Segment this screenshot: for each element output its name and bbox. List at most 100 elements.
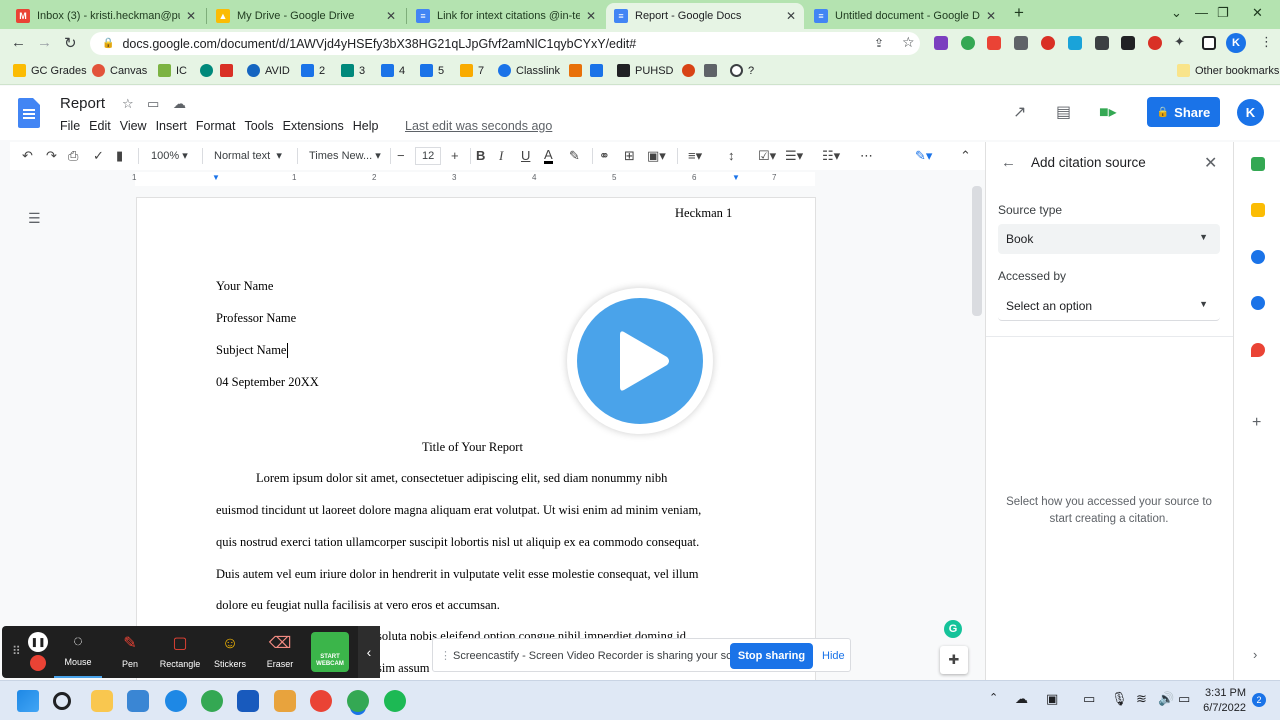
- extension-icon[interactable]: [961, 36, 975, 50]
- edge-icon[interactable]: [165, 690, 187, 712]
- sidebar-toggle-icon[interactable]: [1202, 36, 1216, 50]
- onedrive-icon[interactable]: ☁: [1015, 691, 1028, 707]
- bulleted-list-icon[interactable]: ☰▾: [785, 148, 803, 164]
- chevron-down-icon[interactable]: ⌄: [1171, 5, 1182, 21]
- calendar-icon[interactable]: [1251, 157, 1265, 171]
- menu-view[interactable]: View: [120, 119, 147, 133]
- highlight-icon[interactable]: ✎: [569, 148, 580, 164]
- drag-handle-icon[interactable]: ⋮: [440, 649, 451, 662]
- star-icon[interactable]: ☆: [122, 96, 134, 112]
- other-bookmarks[interactable]: Other bookmarks: [1177, 64, 1279, 77]
- tool-stickers[interactable]: ☺ Stickers: [206, 626, 254, 678]
- bookmark-item[interactable]: [590, 64, 608, 77]
- file-explorer-icon[interactable]: [91, 690, 113, 712]
- link-icon[interactable]: ⚭: [599, 148, 610, 164]
- tray-app-icon[interactable]: ▣: [1046, 691, 1058, 707]
- wifi-icon[interactable]: ≋: [1136, 691, 1147, 707]
- editing-mode-icon[interactable]: ✎▾: [915, 148, 932, 164]
- increase-font-icon[interactable]: +: [451, 148, 459, 163]
- vertical-scrollbar[interactable]: [972, 186, 982, 316]
- bookmark-item[interactable]: Canvas: [92, 64, 147, 77]
- print-icon[interactable]: ⎙: [68, 148, 78, 164]
- extension-icon[interactable]: [1148, 36, 1162, 50]
- right-indent-marker[interactable]: ▼: [732, 173, 740, 182]
- font-select[interactable]: Times New... ▾: [309, 149, 381, 162]
- bookmark-item[interactable]: [200, 64, 218, 77]
- bookmark-item[interactable]: ?: [730, 64, 754, 77]
- undo-icon[interactable]: ↶: [22, 148, 33, 164]
- word-icon[interactable]: [237, 690, 259, 712]
- extension-icon[interactable]: [1041, 36, 1055, 50]
- puzzle-icon[interactable]: ✦: [1174, 34, 1185, 50]
- maximize-icon[interactable]: ❐: [1217, 5, 1229, 21]
- tool-pen[interactable]: ✎ Pen: [106, 626, 154, 678]
- store-icon[interactable]: [127, 690, 149, 712]
- last-edit-link[interactable]: Last edit was seconds ago: [405, 119, 552, 133]
- menu-format[interactable]: Format: [196, 119, 236, 133]
- bookmark-star-icon[interactable]: ☆: [902, 34, 915, 51]
- comments-icon[interactable]: ▤: [1056, 102, 1071, 122]
- tool-rectangle[interactable]: ▢ Rectangle: [156, 626, 204, 678]
- close-icon[interactable]: ✕: [986, 9, 996, 23]
- tab-citations-link[interactable]: ≡ Link for intext citations @in-text... …: [408, 3, 604, 29]
- microphone-icon[interactable]: 🎙: [1111, 691, 1128, 707]
- indent-marker[interactable]: ▼: [212, 173, 220, 182]
- chevron-right-icon[interactable]: ›: [1253, 647, 1257, 662]
- profile-avatar[interactable]: K: [1226, 33, 1246, 53]
- battery-icon[interactable]: ▭: [1178, 691, 1190, 707]
- snipping-tool-icon[interactable]: [274, 690, 296, 712]
- accessed-by-select[interactable]: Select an option ▼: [998, 291, 1220, 321]
- extension-icon[interactable]: [934, 36, 948, 50]
- extension-icon[interactable]: [1068, 36, 1082, 50]
- close-icon[interactable]: ✕: [186, 9, 196, 23]
- maps-icon[interactable]: [1251, 343, 1265, 357]
- pause-icon[interactable]: ❚❚: [28, 632, 48, 652]
- bookmark-item[interactable]: Classlink: [498, 64, 560, 77]
- close-window-icon[interactable]: ✕: [1252, 5, 1263, 21]
- move-folder-icon[interactable]: ▭: [147, 96, 159, 112]
- spotify-icon[interactable]: [384, 690, 406, 712]
- bold-icon[interactable]: B: [476, 148, 485, 163]
- insert-image-icon[interactable]: ▣▾: [647, 148, 666, 164]
- bookmark-item[interactable]: [220, 64, 238, 77]
- hide-button[interactable]: Hide: [822, 650, 845, 662]
- kebab-menu-icon[interactable]: ⋮: [1260, 34, 1273, 50]
- spellcheck-icon[interactable]: ✓: [93, 148, 104, 164]
- tab-untitled[interactable]: ≡ Untitled document - Google Do... ✕: [806, 3, 1004, 29]
- redo-icon[interactable]: ↷: [46, 148, 57, 164]
- menu-extensions[interactable]: Extensions: [283, 119, 344, 133]
- bookmark-item[interactable]: 2: [301, 64, 325, 77]
- collapse-menu-icon[interactable]: ⌃: [960, 148, 971, 164]
- user-avatar[interactable]: K: [1237, 99, 1264, 126]
- tray-chevron-icon[interactable]: ⌃: [989, 691, 998, 704]
- style-select[interactable]: Normal text ▾: [214, 149, 282, 162]
- document-outline-icon[interactable]: ☰: [28, 210, 41, 227]
- underline-icon[interactable]: U: [521, 148, 530, 163]
- stop-sharing-button[interactable]: Stop sharing: [730, 643, 813, 669]
- extension-icon[interactable]: [1095, 36, 1109, 50]
- checklist-icon[interactable]: ☑▾: [758, 148, 776, 164]
- decrease-font-icon[interactable]: −: [397, 148, 405, 163]
- align-icon[interactable]: ≡▾: [688, 148, 702, 164]
- italic-icon[interactable]: I: [499, 148, 503, 164]
- clock-time[interactable]: 3:31 PM: [1202, 687, 1246, 699]
- volume-icon[interactable]: 🔊: [1158, 691, 1174, 707]
- document-title[interactable]: Report: [60, 95, 105, 112]
- tasks-icon[interactable]: [1251, 250, 1265, 264]
- chrome-active-icon[interactable]: [347, 690, 369, 712]
- grammarly-icon[interactable]: G: [944, 620, 962, 638]
- stop-record-icon[interactable]: [30, 655, 46, 671]
- bookmark-item[interactable]: IC: [158, 64, 187, 77]
- font-size-input[interactable]: 12: [415, 147, 442, 165]
- bookmark-item[interactable]: [682, 64, 700, 77]
- notification-badge[interactable]: 2: [1252, 693, 1266, 707]
- numbered-list-icon[interactable]: ☷▾: [822, 148, 840, 164]
- back-arrow-icon[interactable]: ←: [1001, 154, 1016, 171]
- line-spacing-icon[interactable]: ↕: [728, 148, 735, 163]
- new-tab-button[interactable]: +: [1014, 3, 1024, 23]
- close-icon[interactable]: ✕: [786, 9, 796, 23]
- address-bar[interactable]: 🔒 docs.google.com/document/d/1AWVjd4yHSE…: [90, 32, 920, 55]
- clock-date[interactable]: 6/7/2022: [1196, 702, 1246, 714]
- back-icon[interactable]: ←: [11, 34, 26, 51]
- contacts-icon[interactable]: [1251, 296, 1265, 310]
